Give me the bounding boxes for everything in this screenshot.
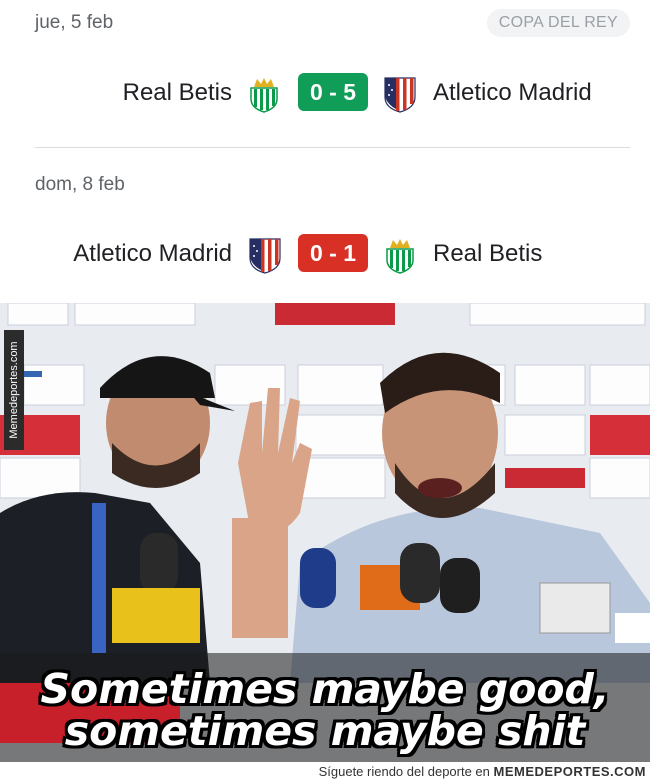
home-team-name: Real Betis — [122, 79, 232, 106]
real-betis-crest-icon — [250, 78, 278, 113]
score-badge: 0 - 1 — [298, 234, 368, 272]
match-date: dom, 8 feb — [35, 174, 125, 195]
footer-credit: Síguete riendo del deporte en MEMEDEPORT… — [0, 762, 650, 784]
footer-brand[interactable]: MEMEDEPORTES.COM — [494, 764, 646, 779]
match-date: jue, 5 feb — [35, 12, 114, 33]
match-row: Atletico Madrid 0 - 1 Real Betis — [0, 234, 650, 274]
footer-prefix: Síguete riendo del deporte en — [318, 764, 490, 779]
away-team-name: Atletico Madrid — [433, 79, 592, 106]
meme-image: Sometimes maybe good, sometimes maybe sh… — [0, 303, 650, 762]
competition-chip[interactable]: COPA DEL REY — [486, 9, 630, 37]
caption-line-2: sometimes maybe shit — [64, 707, 586, 755]
atletico-madrid-crest-icon — [384, 77, 416, 113]
watermark-text: Memedeportes.com — [8, 341, 20, 439]
caption-line-1: Sometimes maybe good, — [40, 665, 610, 713]
footer-credit-text: Síguete riendo del deporte en MEMEDEPORT… — [319, 764, 646, 779]
watermark: Memedeportes.com — [4, 330, 24, 450]
divider — [35, 147, 630, 148]
real-betis-crest-icon — [386, 239, 414, 274]
match-card-1[interactable]: jue, 5 feb COPA DEL REY Real Betis 0 - 5… — [0, 0, 650, 147]
away-team-name: Real Betis — [433, 240, 543, 267]
match-card-2[interactable]: dom, 8 feb Atletico Madrid 0 - 1 Real Be… — [0, 160, 650, 300]
home-team-name: Atletico Madrid — [73, 240, 232, 267]
atletico-madrid-crest-icon — [249, 238, 281, 274]
match-row: Real Betis 0 - 5 Atletico Madrid — [0, 73, 650, 113]
score-badge: 0 - 5 — [298, 73, 368, 111]
